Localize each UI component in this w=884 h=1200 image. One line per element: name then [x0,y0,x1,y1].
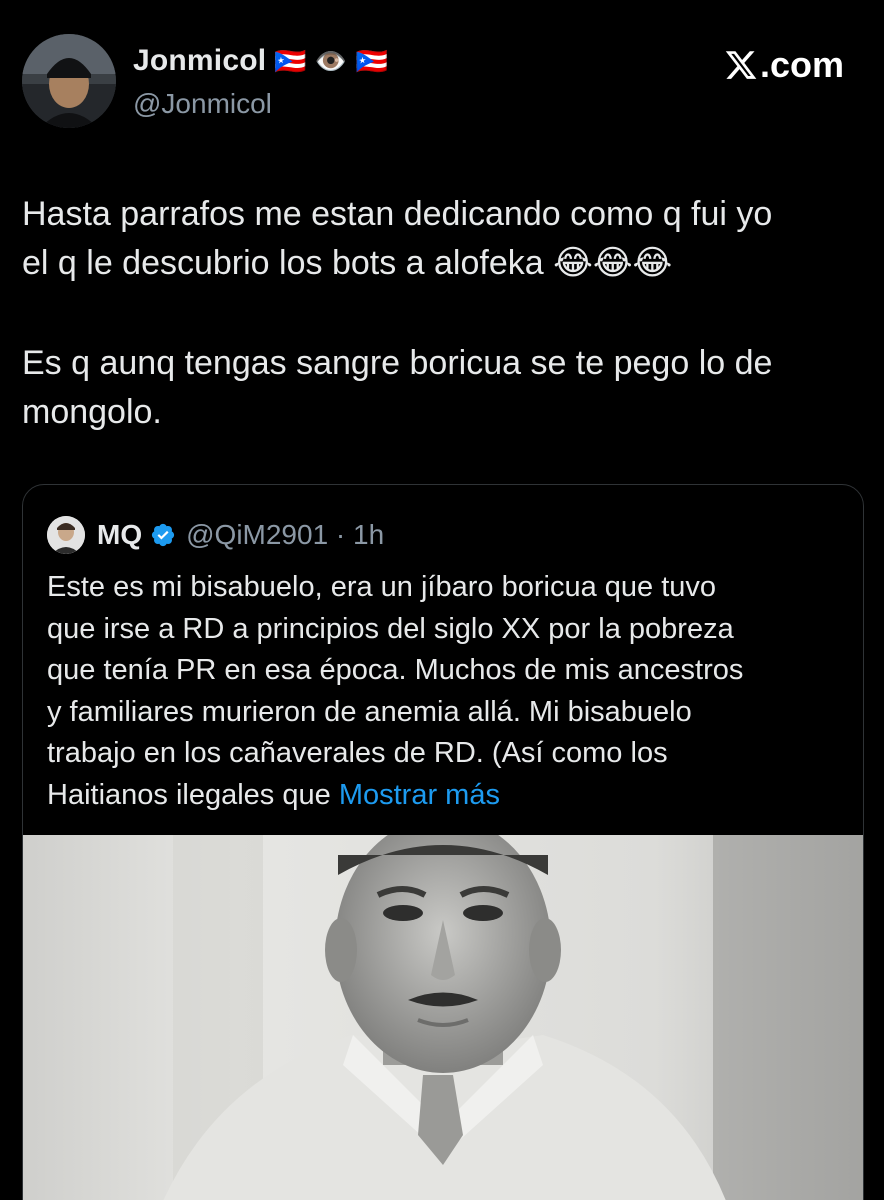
quoted-line: y familiares murieron de anemia allá. Mi… [47,695,692,728]
author-avatar-image [22,34,116,128]
eye-icon: 👁️ [314,45,348,76]
quoted-line: que tenía PR en esa época. Muchos de mis… [47,654,744,686]
brand-domain: .com [759,44,844,85]
quoted-tweet-header: MQ @QiM2901 · 1h [47,515,384,555]
tweet-line: mongolo. [22,393,162,431]
quoted-line: que irse a RD a principios del siglo XX … [47,612,734,645]
author-display-name[interactable]: Jonmicol [133,44,266,78]
quoted-line-last: Haitianos ilegales que Mostrar más [47,775,847,817]
quoted-avatar-image [47,516,85,554]
tweet-line: Es q aunq tengas sangre boricua se te pe… [22,344,773,382]
vintage-portrait-image [23,835,863,1200]
flag-pr-icon: 🇵🇷 [355,45,389,76]
verified-badge-icon [150,522,176,548]
tweet-header: Jonmicol 🇵🇷 👁️ 🇵🇷 @Jonmicol .com [0,0,884,150]
flag-pr-icon: 🇵🇷 [274,45,307,76]
author-handle[interactable]: @Jonmicol [133,88,272,120]
quoted-author-name[interactable]: MQ [97,519,142,551]
quoted-handle-time[interactable]: @QiM2901 · 1h [186,519,384,551]
quoted-tweet-card[interactable]: MQ @QiM2901 · 1h Este es mi bisabuelo, e… [22,484,864,1200]
tweet-line: Hasta parrafos me estan dedicando como q… [22,195,773,233]
author-avatar[interactable] [22,34,116,128]
show-more-link[interactable]: Mostrar más [339,779,500,811]
quoted-line: Este es mi bisabuelo, era un jíbaro bori… [47,571,717,603]
quoted-line: Haitianos ilegales que [47,778,331,811]
tweet-screenshot: Jonmicol 🇵🇷 👁️ 🇵🇷 @Jonmicol .com Hasta p… [0,0,884,1200]
quoted-photo[interactable] [23,835,863,1200]
tweet-text: Hasta parrafos me estan dedicando como q… [22,190,862,437]
tweet-line: el q le descubrio los bots a alofeka 😂😂😂 [22,244,673,282]
quoted-line: trabajo en los cañaverales de RD. (Así c… [47,737,668,769]
x-logo-icon [725,51,757,79]
x-com-brand[interactable]: .com [724,44,844,86]
quoted-author-avatar[interactable] [47,516,85,554]
author-display-name-row[interactable]: Jonmicol 🇵🇷 👁️ 🇵🇷 [133,44,388,78]
quoted-tweet-text: Este es mi bisabuelo, era un jíbaro bori… [47,567,847,816]
